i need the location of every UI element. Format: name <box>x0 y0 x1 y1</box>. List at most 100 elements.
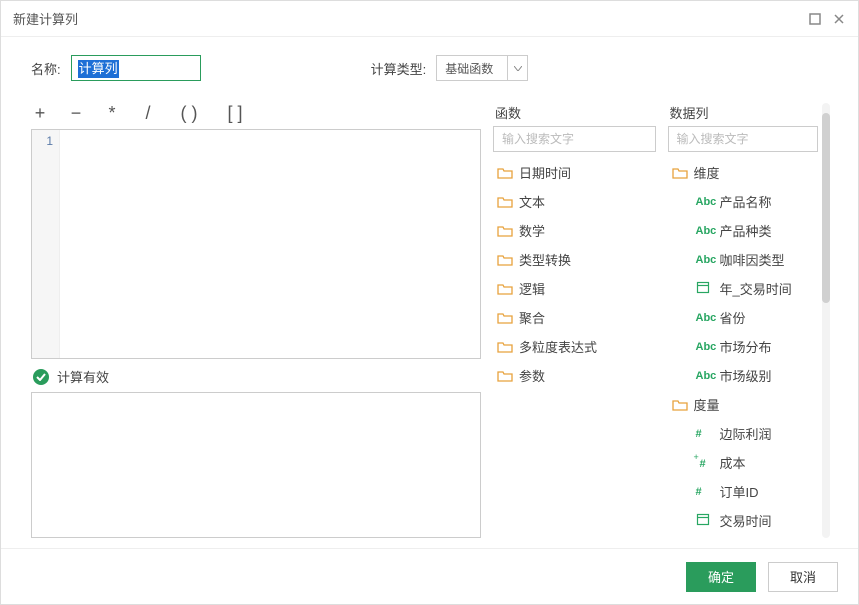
column-item[interactable]: Abc 市场级别 <box>668 361 819 390</box>
function-category[interactable]: 日期时间 <box>493 158 656 187</box>
type-select[interactable]: 基础函数 <box>436 55 528 81</box>
column-item-label: 市场分布 <box>720 337 772 356</box>
text-type-icon: Abc <box>696 312 714 324</box>
folder-icon <box>497 195 513 209</box>
functions-search-input[interactable] <box>493 126 656 152</box>
dialog-title: 新建计算列 <box>13 9 78 28</box>
scrollbar-thumb[interactable] <box>822 113 830 303</box>
name-input-selection: 计算列 <box>78 60 119 78</box>
function-category[interactable]: 数学 <box>493 216 656 245</box>
cancel-button[interactable]: 取消 <box>768 562 838 592</box>
function-category-label: 日期时间 <box>519 163 571 182</box>
chevron-down-icon[interactable] <box>507 56 527 80</box>
date-type-icon <box>696 280 714 297</box>
function-category[interactable]: 逻辑 <box>493 274 656 303</box>
preview-box <box>31 392 481 538</box>
column-item[interactable]: Abc产品种类 <box>668 216 819 245</box>
column-item-label: 年_交易时间 <box>720 279 792 298</box>
check-circle-icon <box>33 369 49 385</box>
folder-icon <box>497 282 513 296</box>
column-group[interactable]: 维度 <box>668 158 819 187</box>
column-group[interactable]: 度量 <box>668 390 819 419</box>
column-item[interactable]: +#成本 <box>668 448 819 477</box>
column-group-label: 维度 <box>694 163 720 182</box>
text-type-icon: Abc <box>696 341 714 353</box>
footer: 确定 取消 <box>1 548 858 604</box>
maximize-icon[interactable] <box>808 12 822 26</box>
editor-gutter: 1 <box>32 130 60 358</box>
functions-tree: 日期时间文本数学类型转换逻辑聚合多粒度表达式参数 <box>493 158 656 538</box>
function-category-label: 类型转换 <box>519 250 571 269</box>
function-category[interactable]: 文本 <box>493 187 656 216</box>
function-category[interactable]: 多粒度表达式 <box>493 332 656 361</box>
column-item-label: 边际利润 <box>720 424 772 443</box>
functions-header: 函数 <box>493 103 656 122</box>
function-category-label: 参数 <box>519 366 545 385</box>
column-item-label: 交易时间 <box>720 511 772 530</box>
name-label: 名称: <box>31 59 61 78</box>
function-category-label: 数学 <box>519 221 545 240</box>
status-row: 计算有效 <box>33 367 481 386</box>
close-icon[interactable] <box>832 12 846 26</box>
column-item-label: 成本 <box>720 453 746 472</box>
column-item[interactable]: 交易时间 <box>668 506 819 535</box>
name-input[interactable]: 计算列 <box>71 55 201 81</box>
column-item[interactable]: # 订单ID <box>668 477 819 506</box>
function-category[interactable]: 参数 <box>493 361 656 390</box>
column-item-label: 订单ID <box>720 482 759 501</box>
op-divide[interactable]: / <box>140 103 156 124</box>
column-item-label: 省份 <box>720 308 746 327</box>
folder-icon <box>672 166 688 180</box>
folder-icon <box>497 369 513 383</box>
column-item[interactable]: # 边际利润 <box>668 419 819 448</box>
operator-bar: + − * / ( ) [ ] <box>31 103 481 124</box>
left-column: + − * / ( ) [ ] 1 计算有效 <box>31 103 481 538</box>
form-row: 名称: 计算列 计算类型: 基础函数 <box>31 55 830 81</box>
column-item[interactable]: Abc 市场分布 <box>668 332 819 361</box>
function-category[interactable]: 类型转换 <box>493 245 656 274</box>
number-type-icon: # <box>696 428 714 440</box>
op-plus[interactable]: + <box>32 103 48 124</box>
folder-icon <box>497 253 513 267</box>
column-item[interactable]: #利润 <box>668 535 819 538</box>
column-item[interactable]: Abc 咖啡因类型 <box>668 245 819 274</box>
datacolumns-column: 数据列 维度Abc产品名称Abc产品种类Abc咖啡因类型年_交易时间Abc省份A… <box>668 103 819 538</box>
ok-button[interactable]: 确定 <box>686 562 756 592</box>
status-text: 计算有效 <box>57 367 109 386</box>
folder-icon <box>497 340 513 354</box>
formula-editor[interactable]: 1 <box>31 129 481 359</box>
text-type-icon: Abc <box>696 254 714 266</box>
function-category-label: 多粒度表达式 <box>519 337 597 356</box>
datacolumns-search-input[interactable] <box>668 126 819 152</box>
number-type-icon: # <box>696 486 714 498</box>
date-type-icon <box>696 512 714 529</box>
type-select-value: 基础函数 <box>437 56 507 80</box>
dialog: 新建计算列 名称: 计算列 计算类型: 基础函数 <box>0 0 859 605</box>
column-item-label: 市场级别 <box>720 366 772 385</box>
text-type-icon: Abc <box>696 196 714 208</box>
column-item[interactable]: 年_交易时间 <box>668 274 819 303</box>
column-group-label: 度量 <box>694 395 720 414</box>
column-item-label: 咖啡因类型 <box>720 250 785 269</box>
text-type-icon: Abc <box>696 370 714 382</box>
text-type-icon: Abc <box>696 225 714 237</box>
scrollbar-track[interactable] <box>822 103 830 538</box>
datacolumns-tree: 维度Abc产品名称Abc产品种类Abc咖啡因类型年_交易时间Abc省份Abc市场… <box>668 158 819 538</box>
op-bracket[interactable]: [ ] <box>222 103 248 124</box>
function-category-label: 逻辑 <box>519 279 545 298</box>
column-item[interactable]: Abc 省份 <box>668 303 819 332</box>
function-category-label: 文本 <box>519 192 545 211</box>
op-minus[interactable]: − <box>68 103 84 124</box>
column-item-label: 产品名称 <box>720 192 772 211</box>
folder-icon <box>497 311 513 325</box>
column-item[interactable]: Abc 产品名称 <box>668 187 819 216</box>
functions-column: 函数 日期时间文本数学类型转换逻辑聚合多粒度表达式参数 <box>493 103 656 538</box>
folder-icon <box>497 166 513 180</box>
function-category[interactable]: 聚合 <box>493 303 656 332</box>
main-split: + − * / ( ) [ ] 1 计算有效 <box>31 103 830 538</box>
folder-icon <box>497 224 513 238</box>
op-multiply[interactable]: * <box>104 103 120 124</box>
op-paren[interactable]: ( ) <box>176 103 202 124</box>
editor-body[interactable] <box>60 130 480 358</box>
datacolumns-header: 数据列 <box>668 103 819 122</box>
